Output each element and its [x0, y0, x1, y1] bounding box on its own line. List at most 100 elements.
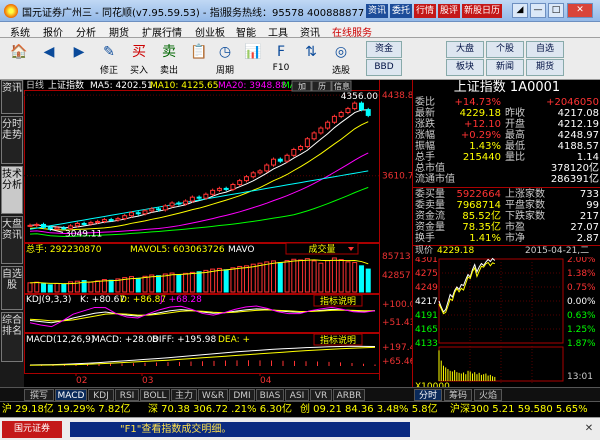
toolbar-edit-button[interactable]: ✎ 修正 [94, 40, 124, 78]
menu-smart[interactable]: 智能 [236, 24, 256, 39]
y-kdj-label-1: +51.43 [382, 318, 412, 328]
volume-select-label: 成交量 [308, 243, 335, 255]
toolbar-right-button-4[interactable]: 个股 [486, 41, 524, 58]
top-button-trade[interactable]: 委托 [390, 4, 412, 18]
volume-bar [230, 267, 236, 293]
indicator-tab-10[interactable]: VR [310, 389, 332, 401]
indicator-tab-9[interactable]: ASI [285, 389, 309, 401]
indicator-tab-0[interactable]: 撰写 [24, 389, 54, 401]
menu-toggle-icon[interactable]: ◢ [512, 3, 528, 18]
quote-row-value-b: 286391亿 [550, 174, 599, 185]
x-axis-label-1: 03 [142, 376, 153, 386]
candle-body [365, 109, 371, 116]
volume-bar [311, 260, 317, 293]
toolbar-right-button-6[interactable]: 自选 [526, 41, 564, 58]
menu-tools[interactable]: 工具 [268, 24, 288, 39]
top-button-quote[interactable]: 行情 [414, 4, 436, 18]
quote-stat-value-a: 1.41% [469, 233, 501, 244]
candle-body [149, 208, 155, 212]
toolbar-pick-button[interactable]: ◎ 选股 [326, 40, 356, 78]
menu-online-service[interactable]: 在线服务 [332, 24, 372, 39]
toolbar-right-button-0[interactable]: 资金 [366, 41, 402, 58]
left-tab-5[interactable]: 综合排名 [1, 312, 23, 362]
indicator-tab-1[interactable]: MACD [55, 389, 87, 401]
status-close-icon[interactable]: ✕ [582, 422, 596, 436]
candle-body [54, 227, 60, 230]
menu-gem[interactable]: 创业板 [195, 24, 225, 39]
indicator-tab-11[interactable]: ARBR [333, 389, 365, 401]
toolbar-f10-button[interactable]: F F10 [266, 40, 296, 78]
right-tab-1[interactable]: 筹码 [444, 389, 472, 401]
toolbar-buy-button[interactable]: 买买入 [124, 40, 154, 78]
toolbar-overlay-button[interactable]: ⇅ [296, 40, 326, 78]
candle-body [74, 222, 80, 227]
candle-body [264, 164, 270, 172]
top-button-news[interactable]: 资讯 [366, 4, 388, 18]
toolbar-home-button[interactable]: 🏠 [4, 40, 34, 78]
indicator-tab-5[interactable]: 主力 [171, 389, 197, 401]
edit-icon: ✎ [103, 44, 115, 60]
quote-row-value-b: 1.14 [576, 152, 599, 163]
left-tab-1[interactable]: 分时走势 [1, 116, 23, 164]
toolbar-label: 卖出 [159, 66, 178, 76]
maximize-icon[interactable]: □ [548, 3, 564, 18]
minimize-icon[interactable]: — [530, 3, 546, 18]
quote-stat-label-a: 委卖量 [415, 200, 445, 211]
volume-bar [216, 267, 222, 293]
top-button-review[interactable]: 股评 [438, 4, 460, 18]
toolbar-right-button-7[interactable]: 期货 [526, 59, 564, 76]
ticker-sz: 深 70.38 306.72 .21% 6.30亿 [148, 404, 293, 415]
toolbar-right-button-2[interactable]: 大盘 [446, 41, 484, 58]
toolbar-chart-button[interactable]: 📊 [238, 40, 268, 78]
volume-bar [243, 265, 249, 293]
toolbar-period-button[interactable]: ◷ 周期 [210, 40, 240, 78]
toolbar-right-button-1[interactable]: BBD [366, 59, 402, 76]
ticker-cyb: 创 09.21 84.36 3.48% 5.8亿 [300, 404, 438, 415]
menu-quote[interactable]: 报价 [43, 24, 63, 39]
left-tab-2[interactable]: 技术分析 [1, 166, 23, 214]
quote-divider [413, 187, 600, 188]
toolbar-sell-button[interactable]: 卖卖出 [154, 40, 184, 78]
indicator-tab-7[interactable]: DMI [229, 389, 255, 401]
x-axis-label-0: 02 [76, 376, 87, 386]
volume-bar [27, 282, 33, 293]
toolbar-label: F10 [272, 63, 290, 73]
technical-chart[interactable]: 日线 上证指数 MA5: 4202.51MA10: 4125.65 MA20: 394… [24, 80, 412, 387]
candle-body [128, 212, 134, 217]
mini-now-label: 现价 [415, 246, 434, 256]
chart-panel-button-label: 信息 [334, 81, 350, 91]
ma20-label: MA20: 3948.88 [218, 81, 287, 91]
toolbar-back-button[interactable]: ◀ [34, 40, 64, 78]
right-tab-0[interactable]: 分时 [414, 389, 442, 401]
candle-body [196, 196, 202, 199]
volume-bar [34, 281, 40, 293]
intraday-mini-chart[interactable]: 4301 2.00% 4275 1.38% 4249 0.75% 4217 0.00% 4191… [413, 257, 600, 387]
menu-extended-quote[interactable]: 扩展行情 [142, 24, 182, 39]
indicator-tab-8[interactable]: BIAS [256, 389, 284, 401]
menu-system[interactable]: 系统 [10, 24, 30, 39]
candle-body [210, 189, 216, 195]
mini-date: 2015-04-21,二 [525, 246, 590, 256]
toolbar-forward-button[interactable]: ▶ [64, 40, 94, 78]
candle-body [169, 202, 175, 207]
candle-body [156, 208, 162, 211]
toolbar-right-button-3[interactable]: 板块 [446, 59, 484, 76]
left-tab-3[interactable]: 大盘资讯 [1, 216, 23, 264]
right-tab-2[interactable]: 火焰 [474, 389, 502, 401]
close-icon[interactable]: ✕ [567, 3, 593, 18]
menu-analysis[interactable]: 分析 [76, 24, 96, 39]
left-tab-4[interactable]: 自选股 [1, 266, 23, 310]
candle-body [358, 102, 364, 111]
menu-info[interactable]: 资讯 [300, 24, 320, 39]
top-button-ipo-calendar[interactable]: 新股日历 [462, 4, 502, 18]
quote-stat-label-a: 资金流 [415, 211, 445, 222]
indicator-tab-6[interactable]: W&R [198, 389, 228, 401]
indicator-tab-3[interactable]: RSI [115, 389, 139, 401]
toolbar-right-button-5[interactable]: 新闻 [486, 59, 524, 76]
indicator-tab-4[interactable]: BOLL [140, 389, 170, 401]
candle-body [115, 218, 121, 221]
volume-bar [352, 262, 358, 293]
indicator-tab-2[interactable]: KDJ [88, 389, 114, 401]
left-tab-0[interactable]: 资讯 [1, 80, 23, 114]
menu-futures[interactable]: 期货 [109, 24, 129, 39]
